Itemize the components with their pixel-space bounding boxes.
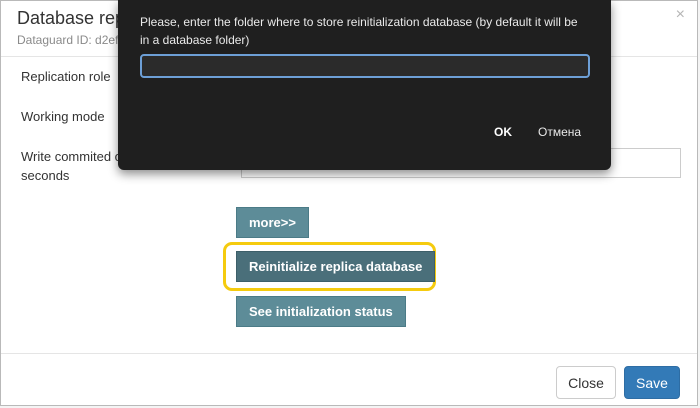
prompt-ok-button[interactable]: OK xyxy=(494,125,512,139)
dataguard-id: Dataguard ID: d2ef xyxy=(17,33,119,47)
close-button[interactable]: Close xyxy=(556,366,616,399)
folder-path-input[interactable] xyxy=(140,54,590,78)
reinitialize-replica-button[interactable]: Reinitialize replica database xyxy=(236,251,436,282)
folder-prompt-dialog: Please, enter the folder where to store … xyxy=(118,0,611,170)
close-icon[interactable]: × xyxy=(676,7,685,23)
dialog-title: Database repl xyxy=(17,8,130,28)
working-mode-label: Working mode xyxy=(21,109,105,124)
prompt-message: Please, enter the folder where to store … xyxy=(140,15,578,47)
dialog-footer: Close Save xyxy=(1,353,697,408)
see-initialization-status-button[interactable]: See initialization status xyxy=(236,296,406,327)
prompt-cancel-button[interactable]: Отмена xyxy=(538,125,581,139)
replication-role-label: Replication role xyxy=(21,69,111,84)
more-button[interactable]: more>> xyxy=(236,207,309,238)
save-button[interactable]: Save xyxy=(624,366,680,399)
